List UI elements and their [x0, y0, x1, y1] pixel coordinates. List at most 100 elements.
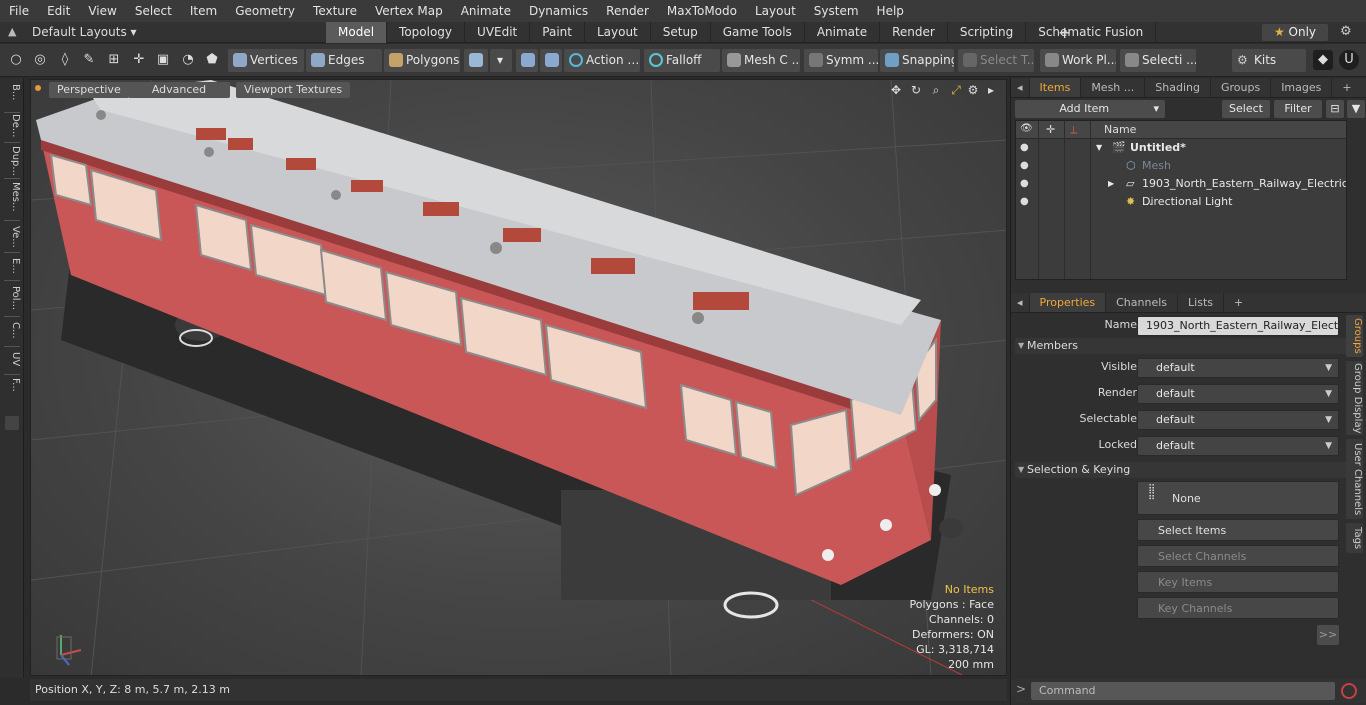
left-tab-fusion[interactable]: F... [3, 378, 21, 392]
polygons-button[interactable]: Polygons [384, 49, 460, 72]
globe-icon[interactable]: ◎ [30, 50, 50, 70]
gear-icon[interactable]: ⚙ [1340, 24, 1352, 39]
kits-button[interactable]: ⚙ Kits [1232, 49, 1306, 72]
visible-dropdown[interactable]: default ▼ [1137, 358, 1339, 378]
tab-render[interactable]: Render [880, 22, 948, 43]
filter-button[interactable]: Filter [1274, 100, 1322, 118]
name-column-header[interactable]: Name [1104, 123, 1136, 136]
tab-topology[interactable]: Topology [387, 22, 466, 43]
tab-paint[interactable]: Paint [530, 22, 585, 43]
work-plane-button[interactable]: Work Pl... [1040, 49, 1116, 72]
menu-help[interactable]: Help [868, 0, 913, 22]
3d-viewport[interactable]: Perspective Advanced Viewport Textures ✥… [30, 79, 1007, 676]
mesh-constraint-button[interactable]: Mesh C ... [722, 49, 800, 72]
viewport-tab-textures[interactable]: Viewport Textures [236, 82, 351, 98]
item-mode-button[interactable] [464, 49, 488, 72]
snap-icon[interactable]: ▣ [153, 50, 173, 70]
menu-item[interactable]: Item [181, 0, 226, 22]
mode-dropdown-button[interactable]: ▾ [490, 49, 512, 72]
action-button[interactable]: Action … [564, 49, 640, 72]
list-item-directional-light[interactable]: ● ✸ Directional Light [1016, 193, 1346, 211]
eye-icon[interactable]: ● [1020, 139, 1032, 157]
expand-icon[interactable]: ▶ [1108, 175, 1114, 193]
members-section-header[interactable]: ▼ Members [1015, 338, 1347, 354]
none-selector[interactable]: ⠿ ⠿ None [1137, 481, 1339, 515]
menu-system[interactable]: System [805, 0, 868, 22]
visibility-header-icon[interactable]: 👁 [1020, 123, 1033, 134]
record-icon[interactable] [1341, 683, 1357, 699]
side-tab-groups[interactable]: Groups [1346, 315, 1363, 357]
tab-game-tools[interactable]: Game Tools [711, 22, 805, 43]
transform-icon[interactable]: ⊞ [104, 50, 124, 70]
side-tab-user-channels[interactable]: User Channels [1346, 439, 1363, 519]
brush-icon[interactable]: ✎ [79, 50, 99, 70]
menu-animate[interactable]: Animate [452, 0, 520, 22]
menu-edit[interactable]: Edit [38, 0, 79, 22]
move-icon[interactable]: ✛ [129, 50, 149, 70]
menu-dynamics[interactable]: Dynamics [520, 0, 597, 22]
list-item-untitled[interactable]: ● ▼ 🎬 Untitled* [1016, 139, 1346, 157]
tab-uvedit[interactable]: UVEdit [465, 22, 531, 43]
select-through-button[interactable]: Select T... [958, 49, 1034, 72]
locked-dropdown[interactable]: default ▼ [1137, 436, 1339, 456]
lock-header-icon[interactable]: ✛ [1046, 123, 1055, 136]
unreal-icon[interactable]: U [1339, 50, 1359, 70]
viewport-settings-icon[interactable]: ⚙ [965, 82, 981, 98]
material-button[interactable] [516, 49, 538, 72]
left-tab-duplicate[interactable]: Dup... [3, 146, 21, 176]
tab-schematic-fusion[interactable]: Schematic Fusion [1026, 22, 1157, 43]
left-tab-basic[interactable]: B... [3, 84, 21, 100]
menu-layout[interactable]: Layout [746, 0, 805, 22]
orbit-icon[interactable]: ↻ [908, 82, 924, 98]
viewport-menu-icon[interactable]: ▸ [983, 82, 999, 98]
more-button[interactable]: >> [1317, 625, 1339, 645]
selectable-dropdown[interactable]: default ▼ [1137, 410, 1339, 430]
command-expand-icon[interactable]: > [1016, 682, 1026, 696]
menu-view[interactable]: View [79, 0, 125, 22]
menu-render[interactable]: Render [597, 0, 658, 22]
left-tab-uv[interactable]: UV [3, 352, 21, 366]
collapse-arrow-icon[interactable]: ▲ [8, 25, 22, 39]
list-item-railway-group[interactable]: ● ▶ ▱ 1903_North_Eastern_Railway_Electri… [1016, 175, 1346, 208]
eye-icon[interactable]: ● [1020, 175, 1032, 193]
vertices-button[interactable]: Vertices [228, 49, 304, 72]
add-panel-tab-button[interactable]: + [1332, 78, 1361, 97]
menu-texture[interactable]: Texture [304, 0, 366, 22]
panel-menu-icon[interactable]: ◂ [1011, 78, 1030, 97]
tab-layout[interactable]: Layout [585, 22, 651, 43]
left-tab-edge[interactable]: E... [3, 258, 21, 274]
list-item-mesh[interactable]: ● ⬡ Mesh [1016, 157, 1346, 175]
tab-images[interactable]: Images [1271, 78, 1333, 97]
side-tab-group-display[interactable]: Group Display [1346, 361, 1363, 435]
panel-menu-icon[interactable]: ◂ [1011, 293, 1030, 312]
add-tab-button[interactable]: + [1058, 22, 1071, 43]
funnel-icon[interactable]: ▼ [1347, 100, 1365, 118]
selection-sets-button[interactable]: Selecti ... [1120, 49, 1196, 72]
pan-icon[interactable]: ✥ [888, 82, 904, 98]
only-toggle[interactable]: ★ Only [1262, 24, 1328, 41]
tab-mesh[interactable]: Mesh ... [1081, 78, 1146, 97]
side-tab-tags[interactable]: Tags [1346, 523, 1363, 553]
menu-vertex-map[interactable]: Vertex Map [366, 0, 452, 22]
eye-icon[interactable]: ● [1020, 193, 1032, 211]
rotate-icon[interactable]: ◔ [178, 50, 198, 70]
unity-icon[interactable]: ◆ [1313, 50, 1333, 70]
render-dropdown[interactable]: default ▼ [1137, 384, 1339, 404]
left-tab-curve[interactable]: C... [3, 322, 21, 339]
left-tab-mesh-edit[interactable]: Mes... [3, 182, 21, 212]
layout-selector[interactable]: Default Layouts ▾ [32, 22, 137, 43]
texture-button[interactable] [540, 49, 562, 72]
symmetry-button[interactable]: Symm ... [804, 49, 878, 72]
menu-geometry[interactable]: Geometry [226, 0, 304, 22]
key-items-button[interactable]: Key Items [1137, 571, 1339, 593]
eye-icon[interactable]: ● [1020, 157, 1032, 175]
menu-maxtomodo[interactable]: MaxToModo [658, 0, 746, 22]
tab-scripting[interactable]: Scripting [948, 22, 1027, 43]
left-tab-vertex[interactable]: Ve... [3, 226, 21, 248]
select-button[interactable]: Select [1222, 100, 1270, 118]
tab-groups[interactable]: Groups [1211, 78, 1272, 97]
type-header-icon[interactable]: ⟂ [1070, 123, 1077, 137]
shield-icon[interactable]: ⬟ [202, 50, 222, 70]
selection-keying-section-header[interactable]: ▼ Selection & Keying [1015, 462, 1347, 478]
left-tab-polygon[interactable]: Pol... [3, 286, 21, 310]
